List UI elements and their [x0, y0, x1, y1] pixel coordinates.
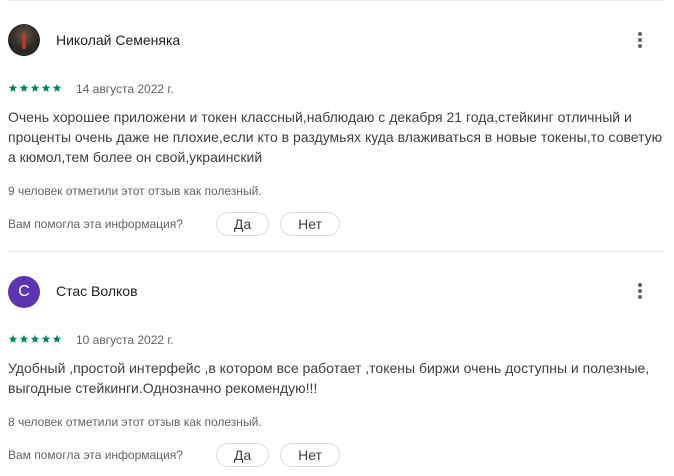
review-date: 10 августа 2022 г.	[76, 333, 174, 347]
star-icon	[30, 334, 40, 343]
no-button[interactable]: Нет	[280, 443, 340, 467]
helpful-question: Вам помогла эта информация?	[8, 448, 183, 462]
more-vert-icon	[638, 32, 642, 48]
yes-button[interactable]: Да	[216, 443, 269, 467]
avatar: С	[8, 276, 40, 308]
star-icon	[41, 334, 51, 343]
star-icon	[52, 334, 62, 343]
avatar	[8, 24, 40, 56]
helpful-question: Вам помогла эта информация?	[8, 217, 183, 231]
star-icon	[52, 83, 62, 92]
star-icon	[19, 83, 29, 92]
more-options-button[interactable]	[628, 28, 652, 52]
review-author: Николай Семеняка	[56, 32, 181, 48]
review-text: Удобный ,простой интерфейс ,в котором вс…	[8, 360, 650, 396]
more-options-button[interactable]	[628, 279, 652, 303]
review-author: Стас Волков	[56, 283, 138, 299]
star-icon	[30, 83, 40, 92]
no-button[interactable]: Нет	[280, 212, 340, 236]
helpful-count: 8 человек отметили этот отзыв как полезн…	[8, 415, 262, 429]
star-icon	[19, 334, 29, 343]
star-icon	[8, 334, 18, 343]
star-rating	[8, 83, 62, 93]
review-date: 14 августа 2022 г.	[76, 82, 174, 96]
yes-button[interactable]: Да	[216, 212, 269, 236]
helpful-count: 9 человек отметили этот отзыв как полезн…	[8, 184, 262, 198]
review-card: С Стас Волков 10 августа 2022 г. Удобный…	[0, 252, 674, 476]
star-icon	[8, 83, 18, 92]
review-text: Очень хорошее приложени и токен классный…	[8, 109, 663, 165]
star-icon	[41, 83, 51, 92]
more-vert-icon	[638, 283, 642, 299]
review-card: Николай Семеняка 14 августа 2022 г. Очен…	[0, 0, 674, 250]
star-rating	[8, 334, 62, 344]
